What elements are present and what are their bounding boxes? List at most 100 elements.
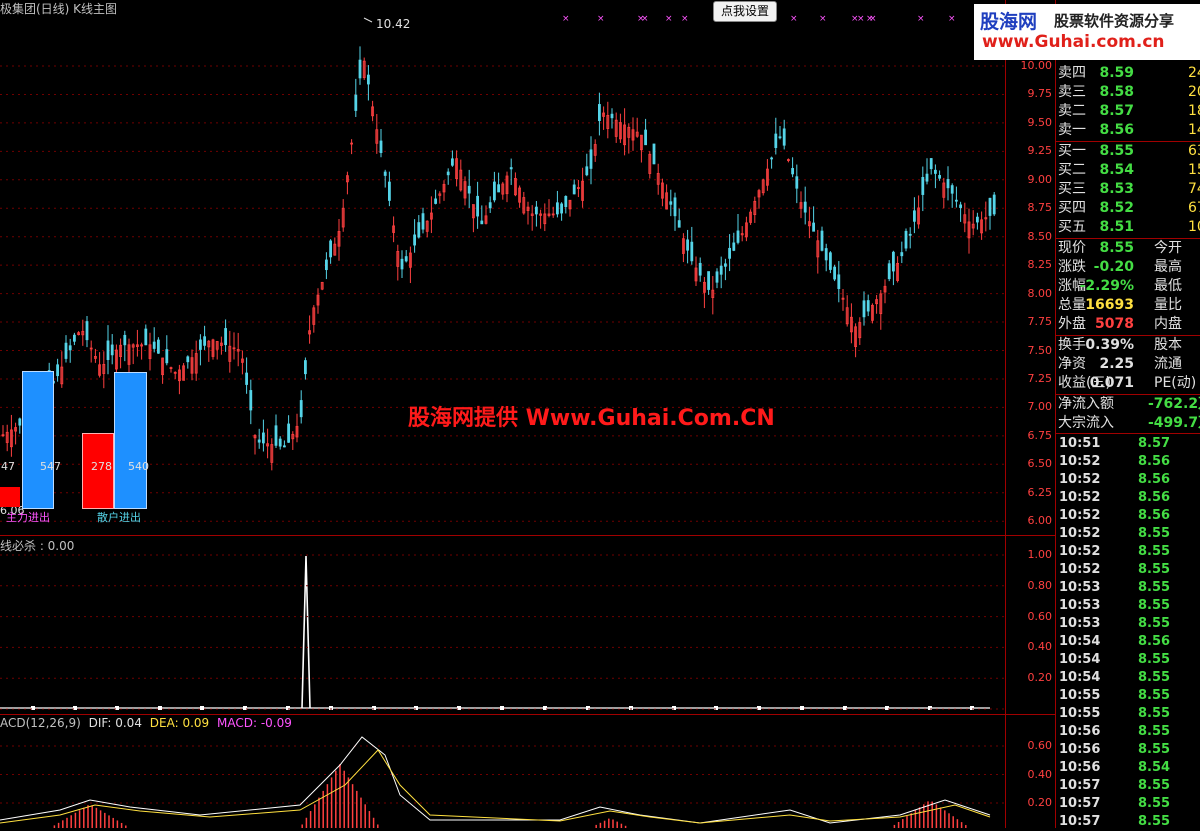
candle <box>287 415 291 443</box>
price-axis-label: 8.00 <box>1027 286 1053 300</box>
candle <box>240 350 244 375</box>
candle <box>115 344 118 376</box>
candle <box>535 200 538 227</box>
candle <box>379 128 383 158</box>
quote-extra: 量比 <box>1154 297 1182 313</box>
kline-svg[interactable]: × × ×× × × × × ×× ×× × × <box>0 0 1005 535</box>
quote-extra: 141 <box>1188 122 1200 138</box>
quote-label: 卖一 <box>1058 122 1086 138</box>
candle <box>261 419 265 452</box>
candle <box>77 331 80 336</box>
candle <box>161 357 165 384</box>
tick-time: 10:57 <box>1059 814 1101 829</box>
watermark-text: 股海网提供 Www.Guhai.Com.CN <box>408 406 775 431</box>
macd-value: MACD: -0.09 <box>217 716 292 730</box>
candle <box>530 205 534 231</box>
tick-time: 10:53 <box>1059 580 1101 595</box>
candle <box>682 233 685 263</box>
tick-row: 10:57 8.55 <box>1056 777 1200 795</box>
candle <box>98 352 101 378</box>
macd-dif: DIF: 0.04 <box>88 716 142 730</box>
indicator-pane[interactable] <box>0 536 1005 714</box>
price-axis-label: 6.25 <box>1027 485 1053 499</box>
candle <box>955 186 958 208</box>
candle <box>345 171 349 195</box>
tick-time: 10:54 <box>1059 652 1101 667</box>
macd-pane[interactable] <box>0 715 1005 828</box>
candle <box>883 279 887 304</box>
ask-row: 卖三 8.58 20 <box>1056 83 1200 102</box>
candle <box>992 192 996 217</box>
indicator-svg[interactable] <box>0 536 1005 714</box>
candle <box>745 216 748 242</box>
candle <box>976 212 979 230</box>
quote-extra: 63 <box>1188 143 1200 159</box>
price-axis-label: 7.25 <box>1027 371 1053 385</box>
tick-price: 8.55 <box>1138 778 1171 793</box>
quote-divider <box>1056 433 1200 434</box>
candle <box>568 199 572 217</box>
candle <box>740 226 744 242</box>
flow-label: 净流入额 <box>1058 396 1114 412</box>
price-axis-label: 6.50 <box>1027 457 1053 471</box>
candle <box>778 125 782 140</box>
quote-label: 涨跌 <box>1058 259 1086 275</box>
candle <box>282 440 286 448</box>
main-force-red-bar <box>0 487 20 507</box>
candle <box>963 202 967 233</box>
tick-price: 8.55 <box>1138 580 1171 595</box>
candle <box>492 171 496 203</box>
retail-blue-bar <box>114 372 147 509</box>
candle <box>661 178 664 207</box>
macd-params: ACD(12,26,9) <box>0 716 81 730</box>
stat-row: 总量 16693 量比 <box>1056 296 1200 315</box>
tick-row: 10:55 8.55 <box>1056 687 1200 705</box>
candle <box>312 305 316 333</box>
candle <box>266 428 270 459</box>
tick-price: 8.56 <box>1138 508 1171 523</box>
quote-label: 现价 <box>1058 240 1086 256</box>
tick-row: 10:52 8.55 <box>1056 525 1200 543</box>
candle <box>673 192 677 231</box>
quote-extra: 最高 <box>1154 259 1182 275</box>
tick-row: 10:52 8.56 <box>1056 489 1200 507</box>
indicator-title: 线必杀 : 0.00 <box>0 539 75 553</box>
kline-chart[interactable]: × × × × × × × × × × × × × × <box>0 0 1005 535</box>
candle <box>396 244 400 281</box>
macd-svg[interactable] <box>0 715 1005 828</box>
candle <box>749 209 752 225</box>
candle <box>417 215 421 239</box>
candle <box>736 214 740 245</box>
axis-divider <box>1005 0 1006 828</box>
tick-row: 10:52 8.55 <box>1056 561 1200 579</box>
candle <box>522 191 526 215</box>
candle <box>724 258 727 281</box>
candle <box>152 327 156 353</box>
candle <box>299 390 303 424</box>
indicator-axis-label: 0.20 <box>1027 671 1053 685</box>
candle <box>471 204 475 233</box>
candle <box>757 188 761 209</box>
quote-extra: 151 <box>1188 162 1200 178</box>
settings-button[interactable]: 点我设置 <box>713 1 777 22</box>
candle <box>539 209 542 229</box>
candle <box>984 201 988 232</box>
price-axis-label: 8.25 <box>1027 258 1053 272</box>
candle <box>5 424 9 452</box>
signal-marker: × <box>819 14 827 24</box>
candle <box>505 171 509 203</box>
candle <box>703 277 706 309</box>
candle <box>938 170 941 181</box>
candle <box>564 195 568 214</box>
candle <box>719 256 723 289</box>
dif-line <box>0 736 991 824</box>
candle <box>929 158 933 175</box>
macd-axis-label: 0.40 <box>1027 767 1053 781</box>
candle <box>988 197 992 230</box>
candle <box>728 234 731 272</box>
candle <box>556 190 559 218</box>
candle <box>766 159 769 191</box>
signal-marker: × <box>917 14 925 24</box>
candle <box>959 201 962 222</box>
quote-value: 16693 <box>1085 297 1134 313</box>
